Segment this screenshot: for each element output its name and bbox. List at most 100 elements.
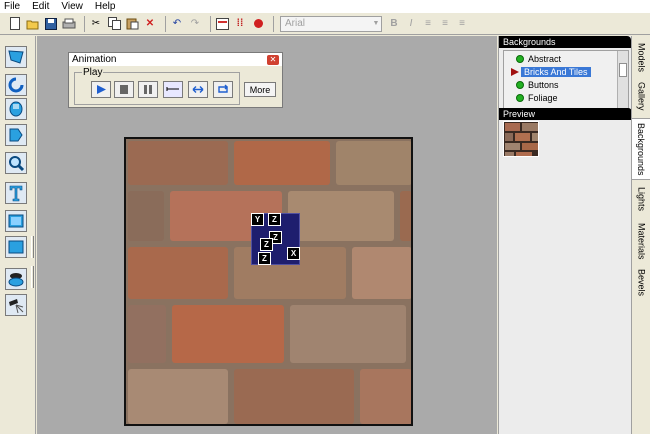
expand-arrow-icon[interactable] xyxy=(511,68,519,76)
copy-icon[interactable] xyxy=(107,17,121,31)
close-icon[interactable]: ✕ xyxy=(267,54,279,65)
brick xyxy=(128,369,228,424)
dialog-title: Animation xyxy=(72,54,117,65)
paste-icon[interactable] xyxy=(125,17,139,31)
brick xyxy=(234,141,330,185)
play-group-label: Play xyxy=(82,67,104,78)
tab-label: Lights xyxy=(636,186,647,212)
save-icon[interactable] xyxy=(44,17,58,31)
z-axis-handle[interactable]: Z xyxy=(260,238,273,251)
rotate-icon[interactable] xyxy=(5,74,27,96)
brick xyxy=(128,247,228,299)
tab-label: Materials xyxy=(636,222,647,260)
once-icon[interactable] xyxy=(163,81,183,98)
shape-icon[interactable] xyxy=(5,236,27,258)
brick xyxy=(352,247,411,299)
lathe-icon[interactable] xyxy=(5,98,27,120)
main-toolbar: ✂ ✕ ↶ ↷ ⁞⁞ Arial ▼ B I ≡ ≡ ≡ xyxy=(0,13,650,35)
list-item[interactable]: Abstract xyxy=(516,53,561,65)
image-icon[interactable] xyxy=(5,210,27,232)
list-item[interactable]: Bricks And Tiles xyxy=(511,66,591,78)
menu-view[interactable]: View xyxy=(61,1,83,12)
folder-icon xyxy=(516,81,524,89)
zoom-icon[interactable] xyxy=(5,152,27,174)
toolbar-grip[interactable] xyxy=(31,266,34,288)
tab-label: Bevels xyxy=(636,269,647,297)
z-axis-handle[interactable]: Z xyxy=(258,252,271,265)
brick xyxy=(288,191,394,241)
italic-button[interactable]: I xyxy=(405,18,417,29)
list-item-label: Bricks And Tiles xyxy=(521,67,591,77)
cut-icon[interactable]: ✂ xyxy=(89,17,103,31)
align-center-icon[interactable]: ≡ xyxy=(439,18,451,29)
pause-icon[interactable] xyxy=(138,81,158,98)
folder-icon xyxy=(516,55,524,63)
scrollbar-thumb[interactable] xyxy=(619,63,627,77)
new-icon[interactable] xyxy=(8,17,22,31)
backgrounds-list[interactable]: Abstract Bricks And Tiles Buttons Foliag… xyxy=(503,50,629,114)
camera-icon[interactable] xyxy=(5,268,27,290)
keyframe-icon[interactable]: ⁞⁞ xyxy=(233,17,247,31)
toolbar-separator xyxy=(165,15,166,32)
align-left-icon[interactable]: ≡ xyxy=(422,18,434,29)
animation-dialog: Animation ✕ Play More xyxy=(68,52,283,108)
timeline-icon[interactable] xyxy=(215,17,229,31)
tab-bevels[interactable]: Bevels xyxy=(632,266,650,300)
menu-file[interactable]: File xyxy=(4,1,20,12)
gallery-panel: Backgrounds Abstract Bricks And Tiles Bu… xyxy=(498,36,632,434)
stop-icon[interactable] xyxy=(114,81,134,98)
bold-button[interactable]: B xyxy=(388,18,400,29)
toolbox xyxy=(0,36,36,434)
tab-gallery[interactable]: Gallery xyxy=(632,78,650,114)
tab-label: Backgrounds xyxy=(636,122,646,176)
preview-header: Preview xyxy=(499,108,632,120)
font-name: Arial xyxy=(285,18,306,29)
side-tabs: Models Gallery Backgrounds Lights Materi… xyxy=(631,36,650,434)
brick xyxy=(290,305,406,363)
list-item-label: Buttons xyxy=(528,80,559,90)
list-item-label: Foliage xyxy=(528,93,558,103)
brick xyxy=(234,369,354,424)
delete-icon[interactable]: ✕ xyxy=(143,17,157,31)
list-item[interactable]: Foliage xyxy=(516,92,558,104)
brick xyxy=(128,191,164,241)
list-item[interactable]: Buttons xyxy=(516,79,559,91)
background-preview-thumbnail[interactable] xyxy=(503,121,539,157)
extrude-icon[interactable] xyxy=(5,124,27,146)
brick xyxy=(360,369,411,424)
record-icon[interactable] xyxy=(251,17,265,31)
text-icon[interactable] xyxy=(5,182,27,204)
tab-materials[interactable]: Materials xyxy=(632,218,650,264)
font-select[interactable]: Arial ▼ xyxy=(280,15,382,32)
menu-help[interactable]: Help xyxy=(95,1,116,12)
more-button[interactable]: More xyxy=(244,82,276,97)
tab-label: Gallery xyxy=(636,81,647,111)
tab-label: Models xyxy=(636,43,647,73)
toolbar-separator xyxy=(84,15,85,32)
z-axis-handle[interactable]: Z xyxy=(268,213,281,226)
chevron-down-icon[interactable]: ▼ xyxy=(371,20,381,27)
list-scrollbar[interactable] xyxy=(617,51,628,113)
dialog-title-bar[interactable]: Animation ✕ xyxy=(69,53,282,66)
play-icon[interactable] xyxy=(91,81,111,98)
print-icon[interactable] xyxy=(62,17,76,31)
light-icon[interactable] xyxy=(5,294,27,316)
toolbar-grip[interactable] xyxy=(31,236,34,258)
open-icon[interactable] xyxy=(26,17,40,31)
y-axis-handle[interactable]: Y xyxy=(251,213,264,226)
model-icon[interactable] xyxy=(5,46,27,68)
tab-lights[interactable]: Lights xyxy=(632,182,650,216)
menu-edit[interactable]: Edit xyxy=(32,1,49,12)
toolbar-separator xyxy=(210,15,211,32)
x-axis-handle[interactable]: X xyxy=(287,247,300,260)
loop-icon[interactable] xyxy=(213,81,233,98)
undo-icon[interactable]: ↶ xyxy=(170,17,184,31)
toolbar-separator xyxy=(273,15,274,32)
brick xyxy=(128,141,228,185)
tab-models[interactable]: Models xyxy=(632,40,650,76)
redo-icon[interactable]: ↷ xyxy=(188,17,202,31)
pingpong-icon[interactable] xyxy=(188,81,208,98)
align-right-icon[interactable]: ≡ xyxy=(456,18,468,29)
scene-canvas[interactable] xyxy=(124,137,413,426)
tab-backgrounds[interactable]: Backgrounds xyxy=(632,118,650,180)
